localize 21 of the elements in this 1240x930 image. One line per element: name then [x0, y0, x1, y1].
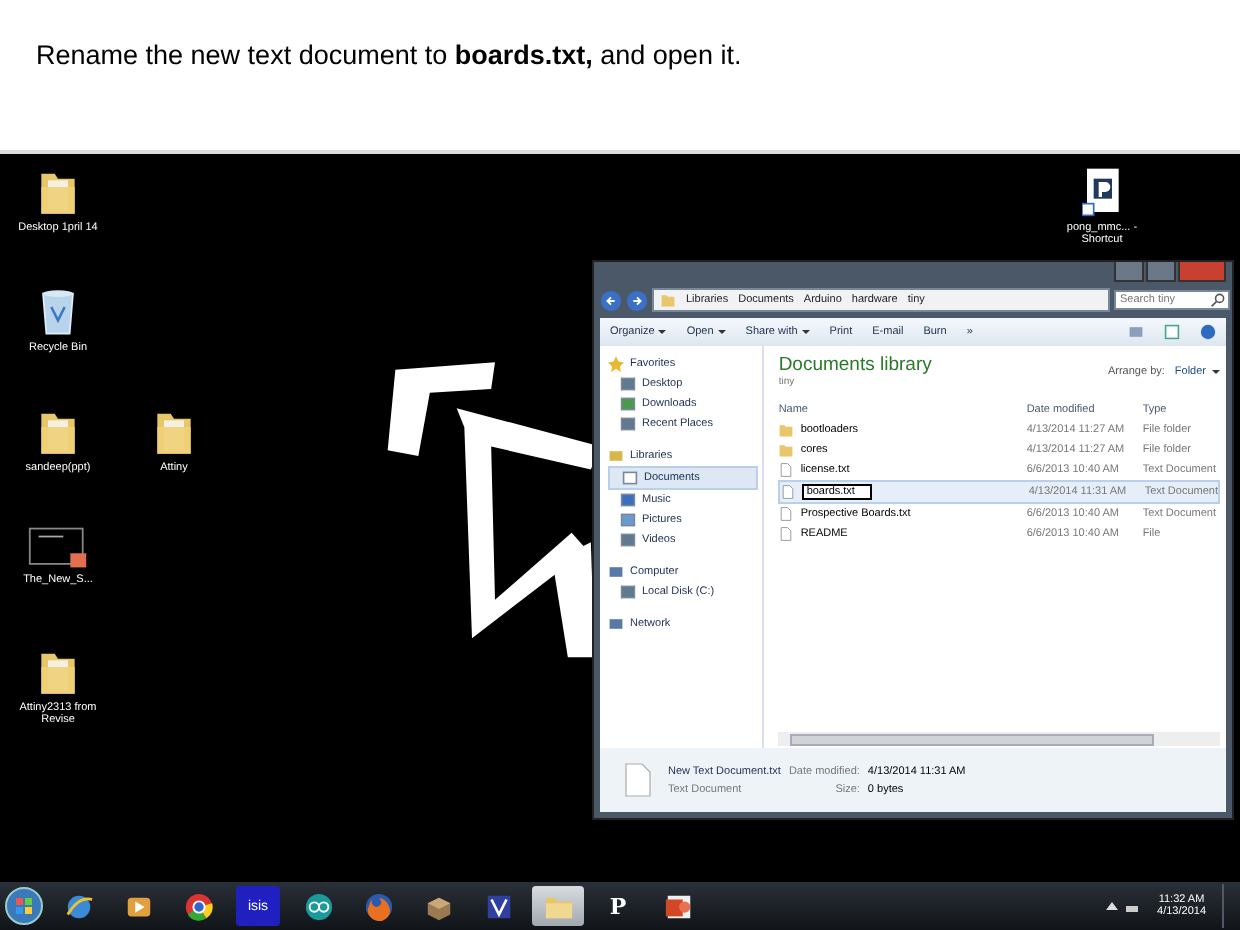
close-button[interactable] — [1178, 262, 1226, 282]
star-icon — [608, 356, 624, 372]
slides-icon — [663, 891, 693, 921]
browser-icon — [183, 891, 213, 921]
forward-arrow-icon[interactable] — [626, 289, 648, 311]
infinity-icon — [303, 891, 333, 921]
fox-globe-icon — [363, 891, 393, 921]
library-title: Documents library — [778, 354, 932, 376]
maximize-button[interactable] — [1146, 262, 1176, 282]
preview-pane-icon[interactable] — [1164, 324, 1180, 340]
instruction-text: Rename the new text document to boards.txt, and open it. — [36, 40, 742, 70]
folder-icon — [660, 292, 676, 308]
recycle-bin-icon[interactable] — [38, 286, 78, 338]
document-shortcut-icon[interactable] — [1082, 166, 1122, 218]
start-button[interactable] — [4, 886, 44, 926]
slide-thumbnail-icon[interactable] — [28, 526, 88, 570]
back-arrow-icon[interactable] — [600, 289, 622, 311]
horizontal-scrollbar[interactable] — [778, 732, 1220, 746]
taskbar-button[interactable]: P — [592, 886, 644, 926]
globe-icon — [63, 891, 93, 921]
minimize-button[interactable] — [1114, 262, 1144, 282]
